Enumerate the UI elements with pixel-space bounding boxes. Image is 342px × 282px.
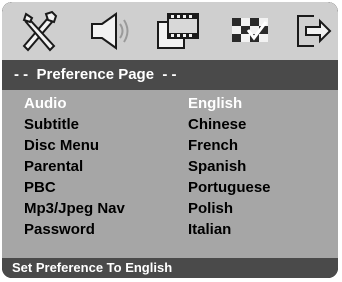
menu-item-audio[interactable]: Audio English (2, 94, 338, 114)
menu-item-label: Password (24, 221, 95, 238)
osd-panel: - - Preference Page - - Audio English Su… (2, 2, 338, 278)
menu-item-label: Disc Menu (24, 137, 100, 154)
menu-item-value[interactable]: French (188, 136, 238, 156)
menu-item-disc-menu[interactable]: Disc Menu French (2, 136, 338, 156)
menu-item-label: Mp3/Jpeg Nav (24, 200, 125, 217)
menu-item-label: Audio (24, 95, 67, 112)
status-bar: Set Preference To English (2, 258, 338, 278)
menu-item-value[interactable]: Spanish (188, 157, 246, 177)
menu-item-label: PBC (24, 179, 56, 196)
menu-item-parental[interactable]: Parental Spanish (2, 157, 338, 177)
menu-list: Audio English Subtitle Chinese Disc Menu… (2, 90, 338, 258)
menu-item-value[interactable]: Italian (188, 220, 231, 240)
menu-item-mp3-jpeg-nav[interactable]: Mp3/Jpeg Nav Polish (2, 199, 338, 219)
menu-item-label: Subtitle (24, 116, 79, 133)
menu-item-value[interactable]: Portuguese (188, 178, 271, 198)
speaker-icon[interactable] (88, 10, 134, 52)
menu-item-value[interactable]: English (188, 94, 242, 114)
icon-toolbar (2, 2, 338, 60)
menu-item-label: Parental (24, 158, 84, 175)
menu-item-subtitle[interactable]: Subtitle Chinese (2, 115, 338, 135)
menu-item-pbc[interactable]: PBC Portuguese (2, 178, 338, 198)
tools-icon[interactable] (18, 10, 64, 52)
page-title: - - Preference Page - - (2, 60, 338, 90)
menu-item-password[interactable]: Password Italian (2, 220, 338, 240)
menu-item-value[interactable]: Polish (188, 199, 233, 219)
menu-item-value[interactable]: Chinese (188, 115, 246, 135)
film-icon[interactable] (154, 10, 204, 52)
exit-icon[interactable] (294, 10, 332, 52)
preference-checkerboard-icon[interactable] (228, 10, 272, 52)
